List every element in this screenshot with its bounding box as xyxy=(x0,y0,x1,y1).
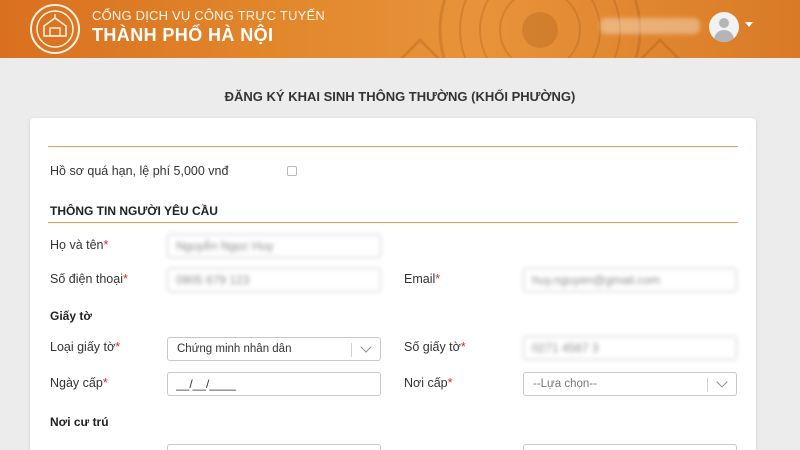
hanoi-emblem-icon[interactable] xyxy=(30,4,80,54)
form-card: Hồ sơ quá hạn, lệ phí 5,000 vnđ THÔNG TI… xyxy=(30,118,756,450)
chevron-down-icon[interactable] xyxy=(716,376,728,388)
doc-number-label-text: Số giấy tờ xyxy=(404,340,461,354)
required-mark: * xyxy=(103,238,109,252)
top-divider xyxy=(48,146,738,147)
overdue-label: Hồ sơ quá hạn, lệ phí 5,000 vnđ xyxy=(50,164,229,178)
avatar-head xyxy=(719,18,729,28)
full-name-label-text: Họ và tên xyxy=(50,238,104,252)
page-title: ĐĂNG KÝ KHAI SINH THÔNG THƯỜNG (KHỐI PHƯ… xyxy=(224,89,576,104)
user-avatar-icon[interactable] xyxy=(709,12,739,42)
issue-place-selected-value: --Lựa chọn-- xyxy=(533,378,597,390)
requester-divider xyxy=(48,222,738,223)
doc-type-select[interactable]: Chứng minh nhân dân xyxy=(167,337,381,361)
doc-type-label-text: Loại giấy tờ xyxy=(50,340,116,354)
doc-type-label: Loại giấy tờ* xyxy=(50,340,120,354)
avatar-body xyxy=(714,30,734,42)
required-mark: * xyxy=(435,272,441,286)
residence-section-title: Nơi cư trú xyxy=(50,415,109,429)
required-mark: * xyxy=(115,340,121,354)
phone-label: Số điện thoại* xyxy=(50,272,128,286)
portal-subtitle: CỔNG DỊCH VỤ CÔNG TRỰC TUYẾN xyxy=(92,8,325,23)
account-menu-caret-icon[interactable] xyxy=(745,22,753,27)
phone-label-text: Số điện thoại xyxy=(50,272,123,286)
issue-place-label-text: Nơi cấp xyxy=(404,376,448,390)
full-name-input[interactable] xyxy=(167,234,381,258)
email-label-text: Email xyxy=(404,272,436,286)
portal-title[interactable]: THÀNH PHỐ HÀ NỘI xyxy=(92,25,273,46)
requester-section-title: THÔNG TIN NGƯỜI YÊU CẦU xyxy=(50,204,218,218)
required-mark: * xyxy=(460,340,466,354)
issue-place-select[interactable]: --Lựa chọn-- xyxy=(523,372,737,396)
doc-number-input[interactable] xyxy=(523,336,737,360)
portal-header: CỔNG DỊCH VỤ CÔNG TRỰC TUYẾN THÀNH PHỐ H… xyxy=(0,0,800,58)
issue-place-label: Nơi cấp* xyxy=(404,376,453,390)
full-name-label: Họ và tên* xyxy=(50,238,108,252)
issue-date-label-text: Ngày cấp xyxy=(50,376,103,390)
phone-input[interactable] xyxy=(167,268,381,292)
residence-input-left[interactable] xyxy=(167,444,381,450)
email-label: Email* xyxy=(404,272,440,286)
residence-input-right[interactable] xyxy=(523,444,737,450)
required-mark: * xyxy=(122,272,128,286)
required-mark: * xyxy=(102,376,108,390)
overdue-checkbox[interactable] xyxy=(287,166,297,176)
select-separator xyxy=(707,378,708,392)
issue-date-label: Ngày cấp* xyxy=(50,376,108,390)
issue-date-input[interactable] xyxy=(167,372,381,396)
doc-number-label: Số giấy tờ* xyxy=(404,340,466,354)
documents-section-title: Giấy tờ xyxy=(50,309,92,323)
user-name-blurred[interactable] xyxy=(600,18,700,34)
doc-type-selected-value: Chứng minh nhân dân xyxy=(177,343,292,355)
email-input[interactable] xyxy=(523,268,737,292)
chevron-down-icon[interactable] xyxy=(360,341,372,353)
required-mark: * xyxy=(447,376,453,390)
select-separator xyxy=(351,343,352,357)
